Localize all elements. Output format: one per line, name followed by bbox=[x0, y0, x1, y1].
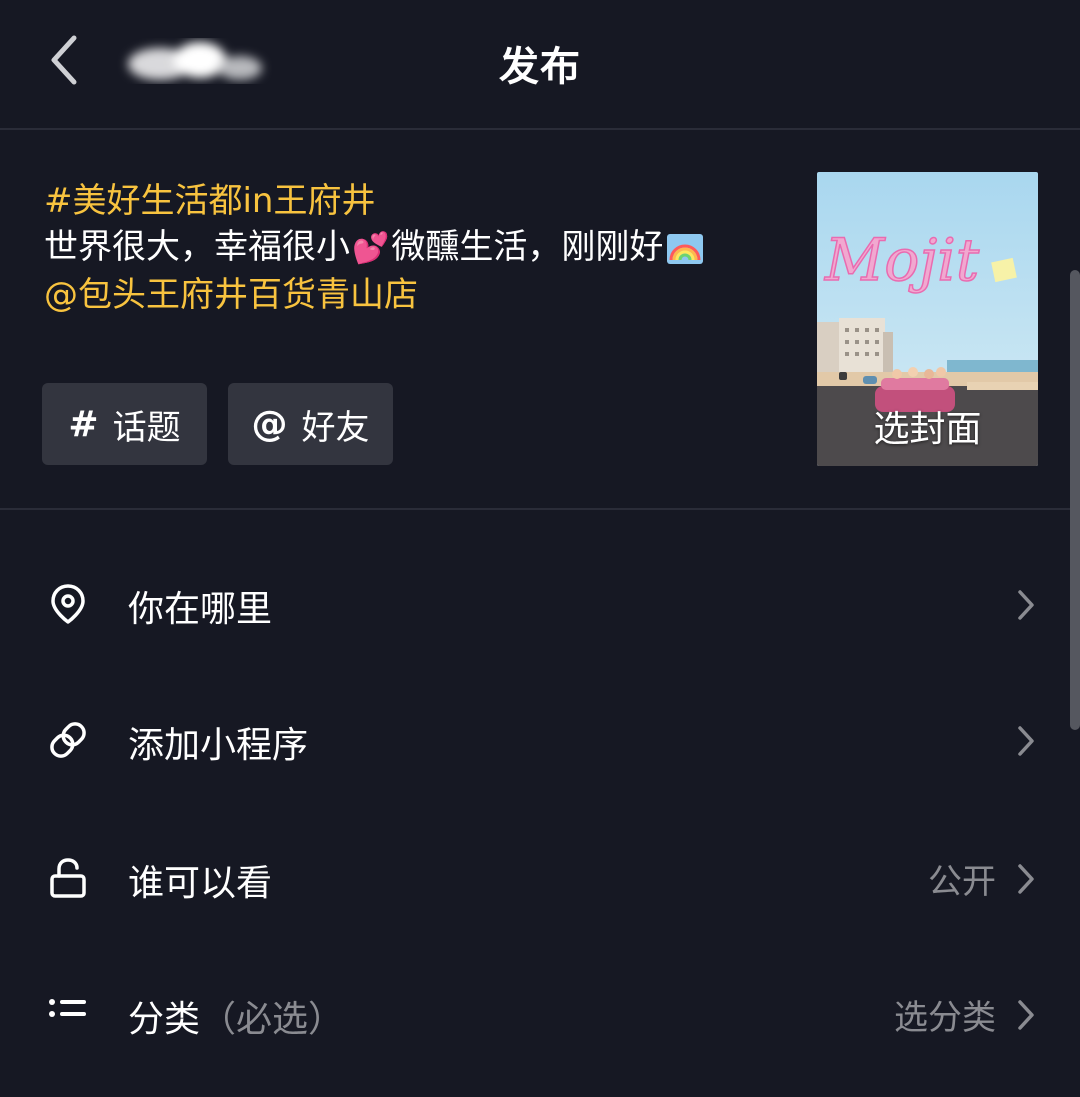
header-bar: 发布 bbox=[0, 0, 1080, 130]
page-title: 发布 bbox=[499, 44, 581, 90]
rainbow-icon bbox=[667, 233, 704, 264]
caption-hashtag[interactable]: #美好生活都in王府井 bbox=[44, 178, 784, 224]
hash-icon: # bbox=[68, 403, 99, 445]
privacy-label: 谁可以看 bbox=[128, 863, 273, 904]
cover-thumbnail[interactable]: Mojit 选封面 bbox=[817, 172, 1038, 466]
two-hearts-icon: 💕 bbox=[352, 230, 390, 266]
chevron-right-icon bbox=[1018, 1000, 1034, 1030]
caption-text[interactable]: #美好生活都in王府井 世界很大，幸福很小💕微醺生活，刚刚好 @包头王府井百货青… bbox=[44, 178, 784, 318]
at-icon: @ bbox=[251, 403, 288, 445]
caption-line: 世界很大，幸福很小💕微醺生活，刚刚好 bbox=[44, 224, 784, 272]
category-label-text: 分类 bbox=[128, 999, 201, 1040]
section-divider bbox=[0, 508, 1080, 510]
choose-cover-label: 选封面 bbox=[873, 409, 982, 450]
privacy-value: 公开 bbox=[928, 862, 996, 902]
category-label: 分类（必选） bbox=[128, 990, 344, 1042]
chevron-right-icon bbox=[1018, 864, 1034, 894]
publish-page: 发布 #美好生活都in王府井 世界很大，幸福很小💕微醺生活，刚刚好 @包头王府井… bbox=[0, 0, 1080, 1097]
chevron-right-icon bbox=[1018, 590, 1034, 620]
unlock-icon bbox=[50, 858, 86, 898]
scrollbar[interactable] bbox=[1070, 270, 1080, 730]
caption-mention[interactable]: @包头王府井百货青山店 bbox=[44, 272, 784, 318]
friend-button[interactable]: @ 好友 bbox=[228, 383, 393, 465]
privacy-row[interactable]: 谁可以看 公开 bbox=[0, 816, 1080, 936]
list-icon bbox=[49, 999, 86, 1017]
mini-program-row[interactable]: 添加小程序 bbox=[0, 678, 1080, 798]
required-note: （必选） bbox=[200, 999, 345, 1040]
cover-logo-text: Mojit bbox=[824, 226, 980, 294]
chevron-right-icon bbox=[1018, 726, 1034, 756]
category-row[interactable]: 分类（必选） 选分类 bbox=[0, 952, 1080, 1072]
category-value: 选分类 bbox=[894, 998, 996, 1038]
location-pin-icon bbox=[51, 584, 85, 624]
topic-button[interactable]: # 话题 bbox=[42, 383, 207, 465]
link-icon bbox=[50, 722, 86, 758]
friend-button-label: 好友 bbox=[301, 407, 370, 448]
location-row[interactable]: 你在哪里 bbox=[0, 542, 1080, 662]
location-label: 你在哪里 bbox=[128, 589, 273, 630]
caption-text-part: 世界很大，幸福很小 bbox=[44, 227, 350, 267]
caption-text-part: 微醺生活，刚刚好 bbox=[391, 227, 664, 267]
topic-button-label: 话题 bbox=[112, 407, 181, 448]
mini-program-label: 添加小程序 bbox=[128, 725, 309, 766]
